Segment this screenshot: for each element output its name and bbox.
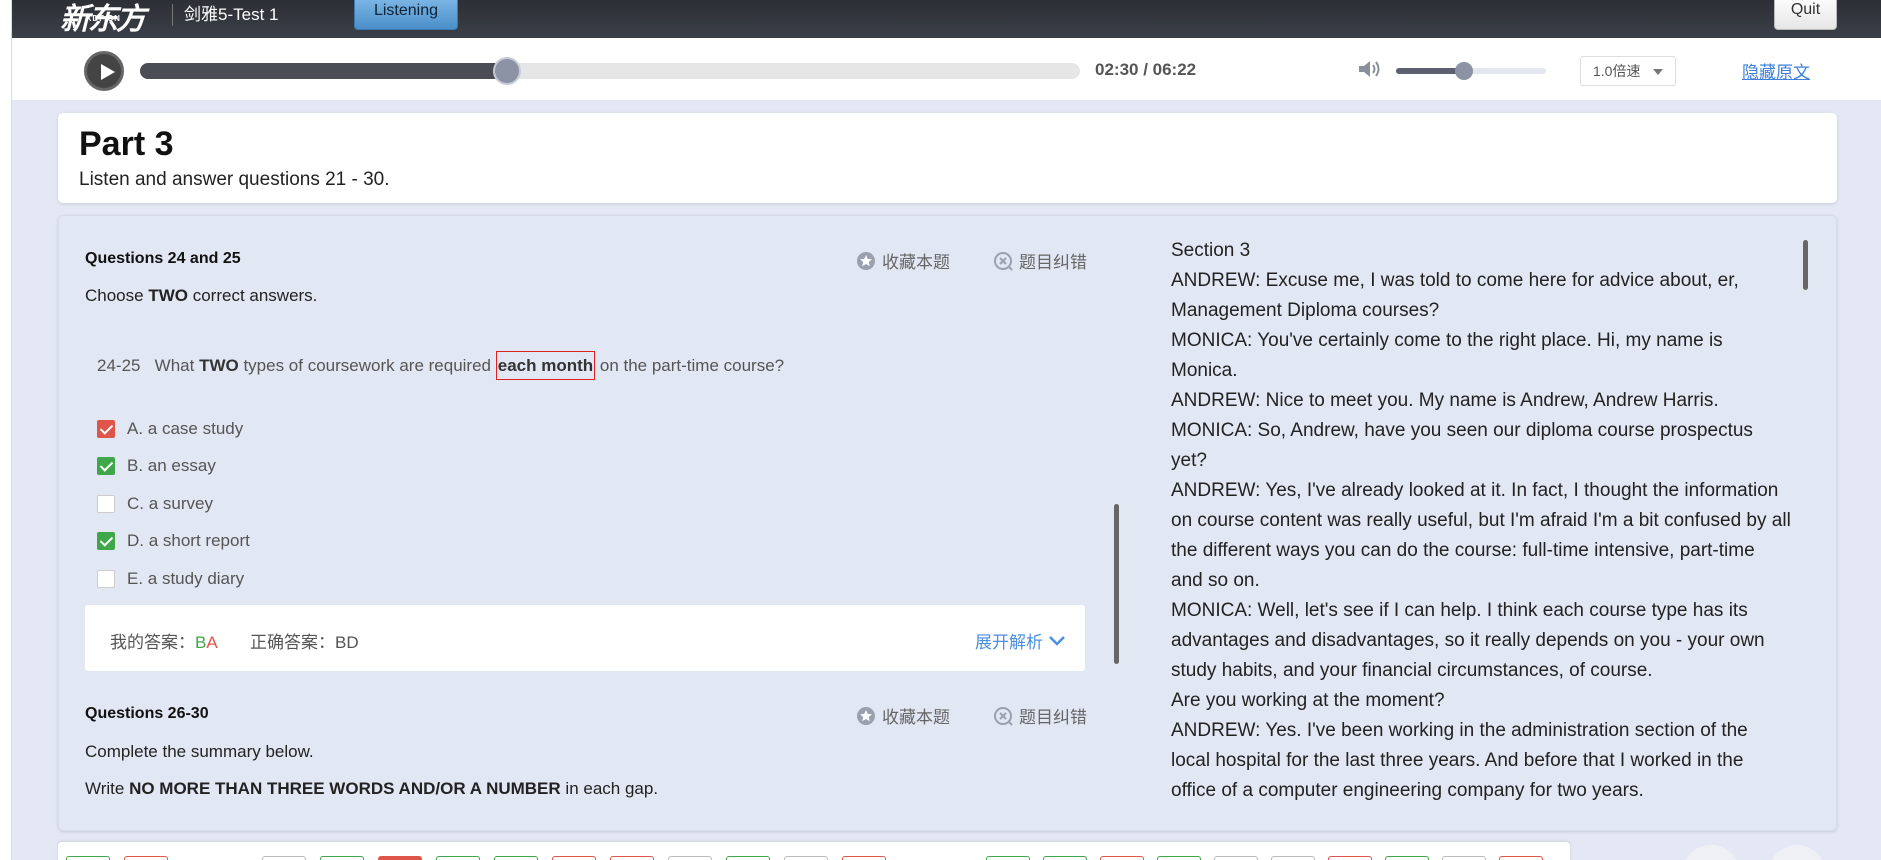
transcript-panel: Section 3 ANDREW: Excuse me, I was told t… (1171, 236, 1791, 816)
quit-button[interactable]: Quit (1774, 0, 1837, 30)
error-report-icon (993, 706, 1013, 726)
star-icon (856, 706, 876, 726)
favorite-button-2[interactable]: 收藏本题 (856, 703, 950, 728)
expand-analysis-button[interactable]: 展开解析 (975, 628, 1067, 653)
option-e-checkbox[interactable] (97, 570, 115, 588)
volume-handle[interactable] (1454, 62, 1473, 80)
question-instructions: Choose TWO correct answers. (85, 286, 318, 305)
top-divider (172, 4, 173, 26)
question-nav-item[interactable] (262, 856, 306, 860)
question-nav-item[interactable] (1328, 856, 1372, 860)
play-icon[interactable] (84, 51, 124, 91)
top-bar: 新东方 XDF.CN 剑雅5-Test 1 Listening Quit (12, 0, 1881, 38)
question-nav-item[interactable] (986, 856, 1030, 860)
report-error-button-2[interactable]: 题目纠错 (993, 703, 1087, 728)
part-title: Part 3 (79, 125, 174, 163)
question-number: 24-25 (97, 356, 141, 375)
question-nav-item[interactable] (1442, 856, 1486, 860)
transcript-line: ANDREW: Excuse me, I was told to come he… (1171, 270, 1739, 321)
transcript-line: ANDREW: Yes. I've been working in the ad… (1171, 720, 1748, 801)
question-navigator (58, 842, 1570, 860)
transcript-line: MONICA: Well, let's see if I can help. I… (1171, 600, 1765, 681)
correct-answer: 正确答案：BD (250, 633, 359, 652)
question-nav-item[interactable] (320, 856, 364, 860)
favorite-button[interactable]: 收藏本题 (856, 248, 950, 273)
question-nav-item[interactable] (784, 856, 828, 860)
transcript-line: MONICA: You've certainly come to the rig… (1171, 330, 1723, 381)
question-nav-item[interactable] (668, 856, 712, 860)
favorite-label: 收藏本题 (882, 253, 950, 272)
transcript-line: ANDREW: Yes, I've already looked at it. … (1171, 480, 1791, 591)
left-gutter (0, 0, 12, 860)
playback-speed-select[interactable]: 1.0倍速 (1580, 56, 1676, 86)
part-header: Part 3 Listen and answer questions 21 - … (58, 113, 1837, 203)
question-nav-item[interactable] (436, 856, 480, 860)
question-nav-item[interactable] (1385, 856, 1429, 860)
transcript-line: Are you working at the moment? (1171, 690, 1445, 711)
error-report-icon (993, 251, 1013, 271)
question-nav-item[interactable] (610, 856, 654, 860)
option-c[interactable]: C. a survey (97, 494, 213, 514)
highlighted-phrase: each month (495, 351, 596, 380)
transcript-scrollbar[interactable] (1803, 240, 1808, 290)
option-b-checkbox[interactable] (97, 457, 115, 475)
transcript-line: Section 3 (1171, 240, 1251, 261)
question-group-title-2: Questions 26-30 (85, 705, 209, 722)
option-c-checkbox[interactable] (97, 495, 115, 513)
answer-summary: 我的答案：BA 正确答案：BD 展开解析 (85, 605, 1085, 671)
report-label: 题目纠错 (1019, 253, 1087, 272)
question-nav-item[interactable] (1499, 856, 1543, 860)
option-a[interactable]: A. a case study (97, 419, 243, 439)
report-label: 题目纠错 (1019, 708, 1087, 727)
transcript-line: ANDREW: Nice to meet you. My name is And… (1171, 390, 1719, 411)
option-a-checkbox[interactable] (97, 420, 115, 438)
question-nav-item[interactable] (1100, 856, 1144, 860)
question-nav-item[interactable] (842, 856, 886, 860)
audio-progress-fill (140, 63, 507, 79)
question-nav-item[interactable] (726, 856, 770, 860)
floating-button-2[interactable] (1768, 845, 1826, 860)
volume-icon[interactable] (1357, 58, 1383, 80)
question-nav-item[interactable] (124, 856, 168, 860)
audio-progress-slider[interactable] (140, 57, 1080, 85)
question-panel: Questions 24 and 25 收藏本题 题目纠错 Choose TWO… (58, 215, 1837, 831)
option-d[interactable]: D. a short report (97, 531, 250, 551)
floating-button[interactable] (1682, 845, 1740, 860)
questions-scrollbar[interactable] (1114, 504, 1119, 664)
logo-subtext: XDF.CN (86, 14, 121, 23)
hide-transcript-link[interactable]: 隐藏原文 (1742, 58, 1810, 83)
favorite-label: 收藏本题 (882, 708, 950, 727)
audio-player: 02:30 / 06:22 1.0倍速 隐藏原文 (12, 38, 1881, 100)
my-answer: 我的答案：BA (110, 633, 218, 652)
question-text: 24-25 What TWO types of coursework are r… (97, 351, 784, 380)
question-nav-item[interactable] (1271, 856, 1315, 860)
question-instructions-3: Write NO MORE THAN THREE WORDS AND/OR A … (85, 779, 659, 798)
report-error-button[interactable]: 题目纠错 (993, 248, 1087, 273)
volume-slider[interactable] (1396, 62, 1546, 80)
question-nav-item[interactable] (1157, 856, 1201, 860)
option-d-checkbox[interactable] (97, 532, 115, 550)
question-nav-item[interactable] (1043, 856, 1087, 860)
audio-progress-handle[interactable] (492, 57, 521, 85)
test-title: 剑雅5-Test 1 (184, 5, 279, 24)
question-nav-item[interactable] (378, 856, 422, 860)
star-icon (856, 251, 876, 271)
question-nav-item[interactable] (66, 856, 110, 860)
chevron-down-icon (1049, 635, 1065, 646)
question-instructions-2: Complete the summary below. (85, 742, 314, 761)
transcript-line: MONICA: So, Andrew, have you seen our di… (1171, 420, 1753, 471)
volume-fill (1396, 68, 1464, 74)
question-group-title: Questions 24 and 25 (85, 250, 241, 267)
time-readout: 02:30 / 06:22 (1095, 60, 1197, 79)
chevron-down-icon (1653, 69, 1663, 75)
part-subtitle: Listen and answer questions 21 - 30. (79, 169, 390, 190)
speed-value: 1.0倍速 (1593, 63, 1641, 79)
tab-listening[interactable]: Listening (354, 0, 458, 30)
question-nav-item[interactable] (494, 856, 538, 860)
question-nav-item[interactable] (552, 856, 596, 860)
question-nav-item[interactable] (1214, 856, 1258, 860)
option-e[interactable]: E. a study diary (97, 569, 244, 589)
option-b[interactable]: B. an essay (97, 456, 216, 476)
